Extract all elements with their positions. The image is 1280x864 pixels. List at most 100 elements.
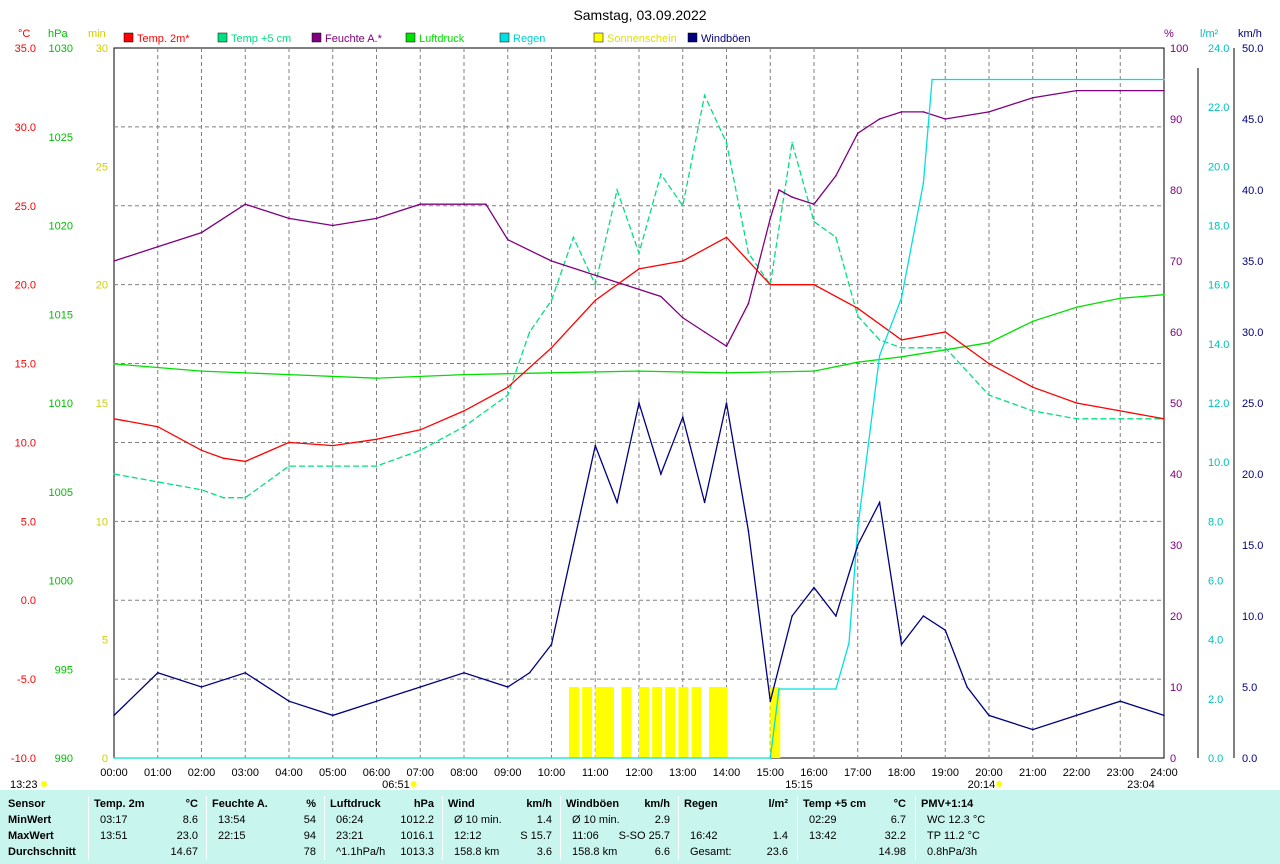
axis-labels: 35.0 30.0 25.0 20.0 15.0 10.0 5.0 0.0 -5.0 -10.0 1… <box>11 28 1264 779</box>
series-point <box>747 530 750 532</box>
wind-axis-tick: 40.0 <box>1242 185 1263 197</box>
pressure-axis-tick: 1000 <box>49 576 73 588</box>
time-tick: 05:00 <box>319 767 347 779</box>
rain-axis-tick: 24.0 <box>1208 43 1229 55</box>
series-point <box>813 370 815 372</box>
series-point <box>703 94 706 97</box>
wind-axis-tick: 10.0 <box>1242 611 1263 623</box>
stats-cell-value: 54 <box>303 814 316 826</box>
series-point <box>878 354 881 357</box>
series-point <box>1119 418 1122 420</box>
humidity-axis-tick: 30 <box>1170 540 1182 552</box>
series-point <box>463 672 465 674</box>
series-point <box>791 615 793 617</box>
sunshine-axis-tick: 5 <box>102 635 108 647</box>
series-point <box>747 302 750 305</box>
series-point <box>1163 714 1165 717</box>
pressure-axis-tick: 995 <box>55 664 73 676</box>
series-point <box>791 196 793 198</box>
series-point <box>769 700 772 702</box>
stats-cell-value: 23.0 <box>176 830 198 842</box>
humidity-axis-tick: 100 <box>1170 43 1188 55</box>
series-point <box>835 175 837 177</box>
time-tick: 03:00 <box>231 767 259 779</box>
series-point <box>244 496 247 499</box>
series-point <box>1075 89 1078 92</box>
stats-cell-time: WC 12.3 °C <box>927 814 986 826</box>
series-point <box>1075 306 1078 309</box>
series-point <box>222 457 225 460</box>
temp-axis-tick: 35.0 <box>15 43 36 55</box>
sunshine-axis-tick: 25 <box>96 161 108 173</box>
sunshine-bar <box>665 687 676 758</box>
time-tick: 13:00 <box>669 767 697 779</box>
series-point <box>550 372 553 374</box>
series-point <box>1032 96 1034 99</box>
stats-cell-value: 1016.1 <box>400 830 434 842</box>
pressure-axis-tick: 1030 <box>49 43 73 55</box>
sunshine-bar <box>639 687 649 758</box>
series-point <box>616 189 618 191</box>
series-point <box>848 642 850 644</box>
series-point <box>835 615 837 617</box>
rain-axis-tick: 14.0 <box>1208 339 1229 351</box>
legend-label: Windböen <box>701 33 751 45</box>
stats-header: Temp. 2m <box>94 798 145 810</box>
series-point <box>375 438 378 441</box>
series-point <box>944 331 947 333</box>
series-point <box>900 356 903 358</box>
time-tick: 15:00 <box>756 767 784 779</box>
series-point <box>931 78 933 81</box>
sunshine-bar <box>595 687 606 758</box>
sunshine-axis-tick: 10 <box>96 516 108 528</box>
stats-cell-value: 78 <box>303 846 316 858</box>
rain-axis-tick: 20.0 <box>1208 161 1229 173</box>
series-point <box>419 429 422 431</box>
stats-cell-time: 0.8hPa/3h <box>927 846 978 858</box>
series-point <box>725 141 728 144</box>
temp-axis-tick: 10.0 <box>15 437 36 449</box>
series-point <box>769 283 772 286</box>
wind-axis-tick: 15.0 <box>1242 540 1263 552</box>
stats-separator <box>560 796 561 860</box>
series-point <box>1032 386 1034 389</box>
series-point <box>157 672 159 674</box>
legend-swatch <box>593 32 604 43</box>
weather-chart: Samstag, 03.09.2022 Temp. 2m* Temp +5 cm F… <box>10 7 1264 790</box>
series-point <box>1032 410 1034 412</box>
series-point <box>507 238 509 241</box>
series-point <box>550 347 553 349</box>
series-point <box>725 402 728 404</box>
series-point <box>528 331 531 333</box>
series-point <box>550 643 553 646</box>
series-point <box>1119 297 1122 300</box>
stats-separator <box>797 796 798 860</box>
rain-unit: l/m² <box>1200 28 1219 40</box>
series-point <box>988 341 990 344</box>
rain-axis-tick: 18.0 <box>1208 221 1229 233</box>
stats-row-label: Durchschnitt <box>8 846 76 858</box>
sunshine-bar <box>709 687 719 758</box>
series-point <box>550 299 553 302</box>
series-point <box>638 252 640 254</box>
temp-axis-tick: 15.0 <box>15 359 36 371</box>
series-point <box>332 465 334 467</box>
series-point <box>113 714 115 717</box>
rain-axis-tick: 16.0 <box>1208 280 1229 292</box>
series-point <box>922 182 925 184</box>
series-point <box>113 260 115 262</box>
series-point <box>638 402 640 404</box>
statistics-table: Sensor Temp. 2m °C Feuchte A.% Luftdruck hPa W… <box>0 790 1280 864</box>
legend-label: Feuchte A.* <box>325 33 383 45</box>
series-point <box>1032 728 1034 731</box>
humidity-unit: % <box>1164 28 1174 40</box>
wind-axis-tick: 5.0 <box>1242 682 1257 694</box>
series-point <box>1032 320 1034 323</box>
stats-header-unit: l/m² <box>768 798 788 810</box>
series-point <box>550 260 553 262</box>
time-tick: 01:00 <box>144 767 172 779</box>
temp-axis-tick: 20.0 <box>15 280 36 292</box>
stats-cell-value: 1013.3 <box>400 846 434 858</box>
legend-swatch <box>499 32 510 43</box>
series-point <box>288 217 290 220</box>
